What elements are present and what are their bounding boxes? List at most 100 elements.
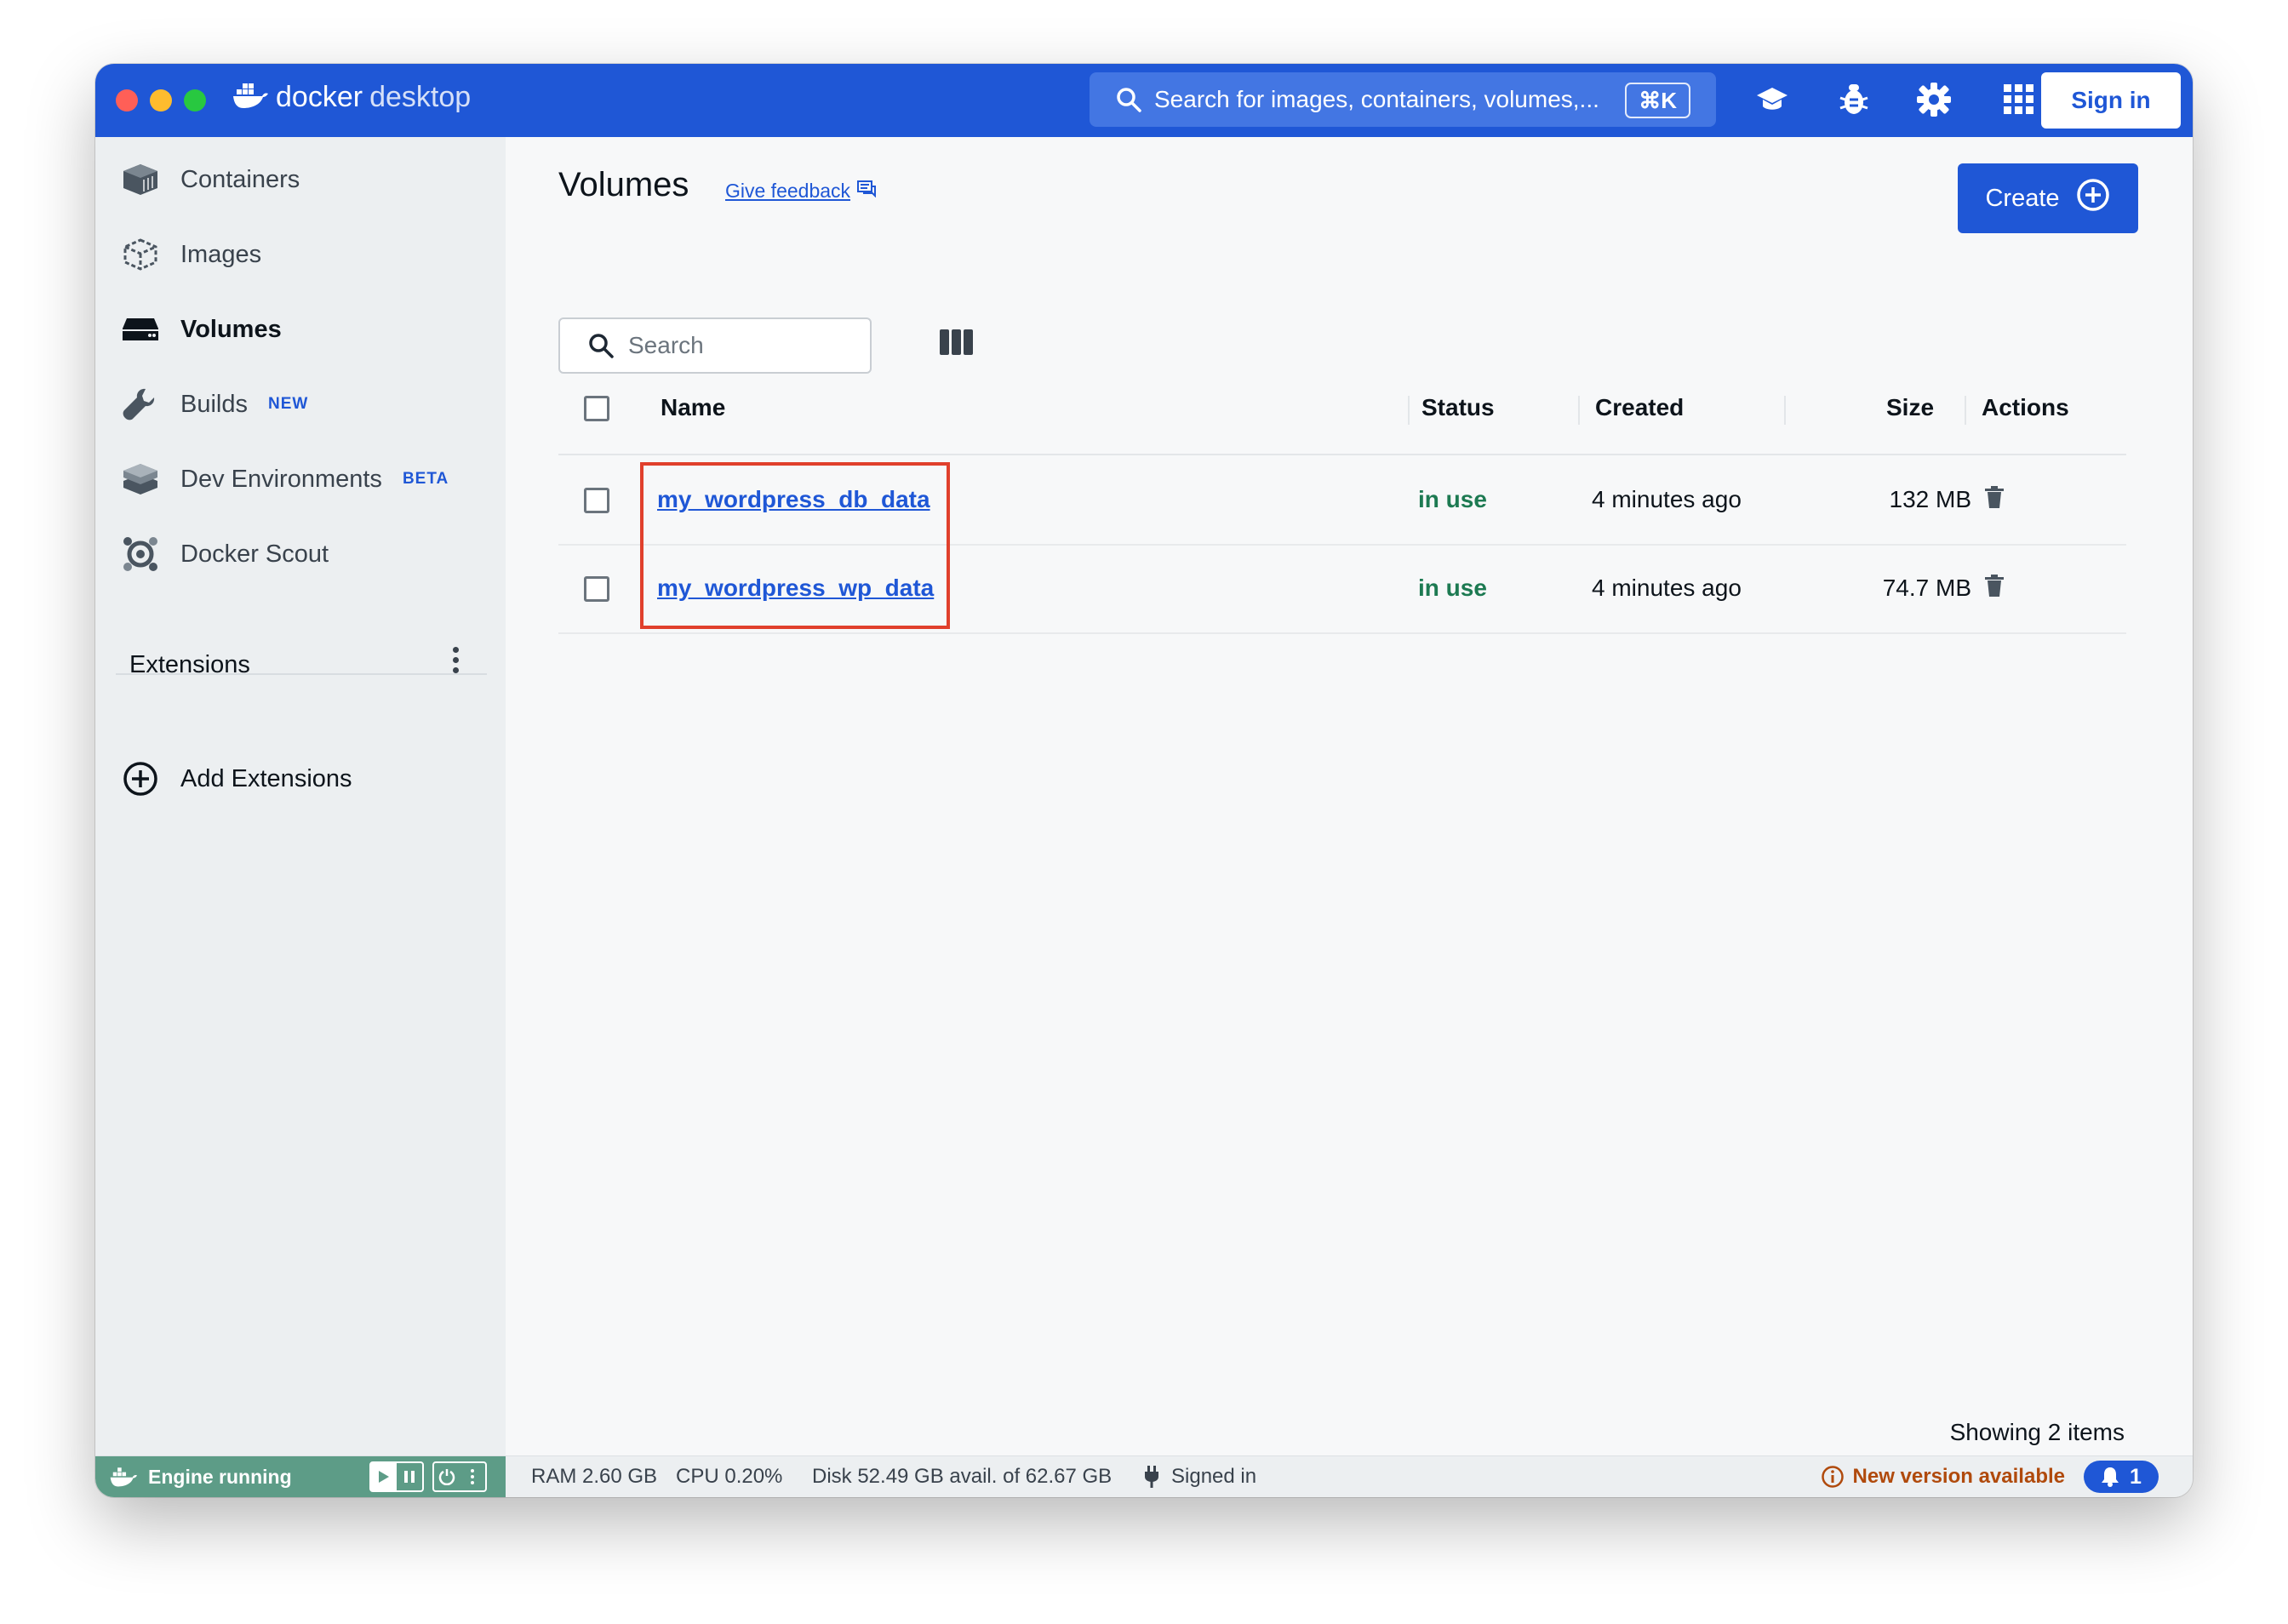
- wrench-icon: [121, 385, 160, 424]
- created-time: 4 minutes ago: [1592, 575, 1742, 601]
- brand-docker-text: docker: [276, 81, 363, 113]
- image-icon: [121, 235, 160, 274]
- plug-icon: [1144, 1466, 1159, 1488]
- search-icon: [1115, 86, 1142, 113]
- sidebar-item-label: Containers: [180, 165, 300, 193]
- volume-search-input[interactable]: Search: [558, 317, 872, 374]
- create-label: Create: [1985, 184, 2060, 212]
- new-version-label: New version available: [1852, 1465, 2065, 1488]
- volume-size: 74.7 MB: [1882, 575, 1971, 601]
- add-extensions-button[interactable]: Add Extensions: [121, 753, 352, 804]
- extensions-menu-icon[interactable]: [443, 643, 468, 685]
- notifications-button[interactable]: 1: [2084, 1461, 2159, 1493]
- volume-size: 132 MB: [1889, 486, 1972, 512]
- created-time: 4 minutes ago: [1592, 486, 1742, 512]
- row-divider: [558, 632, 2126, 634]
- status-badge: in use: [1418, 486, 1487, 512]
- sidebar-item-images[interactable]: Images: [121, 229, 261, 280]
- extensions-title: Extensions: [129, 651, 250, 678]
- docker-logo: docker desktop: [232, 81, 471, 114]
- column-separator: [1408, 396, 1410, 425]
- column-header-size[interactable]: Size: [1886, 394, 1934, 421]
- delete-trash-icon[interactable]: [1985, 486, 2004, 514]
- global-search-input[interactable]: Search for images, containers, volumes,.…: [1090, 72, 1716, 127]
- global-search-placeholder: Search for images, containers, volumes,.…: [1154, 86, 1599, 112]
- header-divider: [558, 454, 2126, 455]
- item-count-label: Showing 2 items: [1949, 1419, 2125, 1445]
- column-header-status[interactable]: Status: [1421, 394, 1495, 421]
- sidebar-item-label: Docker Scout: [180, 540, 329, 568]
- column-header-name[interactable]: Name: [661, 394, 725, 421]
- bell-icon: [2101, 1467, 2119, 1487]
- sidebar: Containers Images Volumes Builds NEW Dev…: [95, 137, 506, 1456]
- signed-in-status: Signed in: [1144, 1465, 1256, 1489]
- scout-icon: [121, 535, 160, 574]
- power-icon[interactable]: [434, 1463, 460, 1490]
- feedback-icon: [857, 180, 877, 203]
- learning-center-icon[interactable]: [1753, 81, 1791, 118]
- column-separator: [1965, 396, 1966, 425]
- sidebar-item-docker-scout[interactable]: Docker Scout: [121, 529, 329, 580]
- create-button[interactable]: Create: [1958, 163, 2138, 233]
- sign-in-button[interactable]: Sign in: [2041, 72, 2181, 129]
- troubleshoot-bug-icon[interactable]: [1835, 81, 1873, 118]
- whale-icon: [109, 1466, 138, 1488]
- sidebar-item-label: Dev Environments: [180, 465, 382, 493]
- search-placeholder: Search: [628, 332, 704, 358]
- sidebar-item-containers[interactable]: Containers: [121, 154, 300, 205]
- sidebar-item-builds[interactable]: Builds NEW: [121, 379, 308, 430]
- more-options-icon[interactable]: [460, 1463, 485, 1490]
- annotation-highlight-box: [640, 462, 950, 629]
- zoom-window-button[interactable]: [184, 89, 206, 112]
- minimize-window-button[interactable]: [150, 89, 172, 112]
- search-icon: [587, 332, 615, 359]
- select-all-checkbox[interactable]: [584, 396, 609, 421]
- sidebar-item-label: Volumes: [180, 315, 282, 343]
- sidebar-item-dev-environments[interactable]: Dev Environments BETA: [121, 454, 449, 505]
- delete-trash-icon[interactable]: [1985, 575, 2004, 603]
- column-separator: [1578, 396, 1580, 425]
- dev-env-icon: [121, 460, 160, 499]
- new-badge: NEW: [268, 395, 309, 413]
- column-separator: [1784, 396, 1786, 425]
- settings-gear-icon[interactable]: [1915, 81, 1953, 118]
- add-extensions-label: Add Extensions: [180, 764, 352, 792]
- apps-grid-icon[interactable]: [2000, 81, 2038, 118]
- new-version-link[interactable]: New version available: [1821, 1465, 2065, 1489]
- volume-icon: [121, 310, 160, 349]
- whale-icon: [232, 81, 269, 114]
- engine-play-pause-control: [369, 1461, 424, 1492]
- notification-count: 1: [2130, 1464, 2142, 1489]
- add-circle-icon: [121, 759, 160, 798]
- signed-in-label: Signed in: [1171, 1465, 1257, 1488]
- docker-desktop-window: docker desktop Search for images, contai…: [95, 64, 2193, 1497]
- sidebar-item-label: Builds: [180, 390, 248, 418]
- add-circle-icon: [2075, 177, 2111, 220]
- page-title: Volumes: [558, 166, 689, 203]
- sidebar-item-label: Images: [180, 240, 262, 268]
- close-window-button[interactable]: [116, 89, 138, 112]
- row-checkbox[interactable]: [584, 488, 609, 513]
- info-icon: [1821, 1465, 1845, 1489]
- column-header-actions: Actions: [1982, 394, 2069, 420]
- engine-status-label: Engine running: [148, 1465, 292, 1488]
- main-content: Volumes Give feedback Create Search Name: [506, 137, 2193, 1456]
- brand-desktop-text: desktop: [369, 81, 472, 113]
- column-header-created[interactable]: Created: [1595, 394, 1684, 421]
- status-bar: Engine running RAM 2.60 GB CPU 0.20% Dis…: [95, 1455, 2193, 1497]
- engine-power-control: [432, 1461, 487, 1492]
- search-shortcut-badge: ⌘K: [1625, 83, 1690, 118]
- status-badge: in use: [1418, 575, 1487, 601]
- cpu-usage: CPU 0.20%: [676, 1465, 783, 1488]
- container-icon: [121, 160, 160, 199]
- column-settings-icon[interactable]: [940, 329, 974, 359]
- sidebar-item-volumes[interactable]: Volumes: [121, 304, 282, 355]
- play-icon[interactable]: [371, 1463, 397, 1490]
- disk-usage: Disk 52.49 GB avail. of 62.67 GB: [812, 1465, 1113, 1488]
- give-feedback-label: Give feedback: [725, 180, 851, 202]
- pause-icon[interactable]: [397, 1463, 422, 1490]
- row-checkbox[interactable]: [584, 576, 609, 602]
- give-feedback-link[interactable]: Give feedback: [725, 180, 877, 203]
- engine-status[interactable]: Engine running: [95, 1456, 506, 1497]
- ram-usage: RAM 2.60 GB: [531, 1465, 658, 1488]
